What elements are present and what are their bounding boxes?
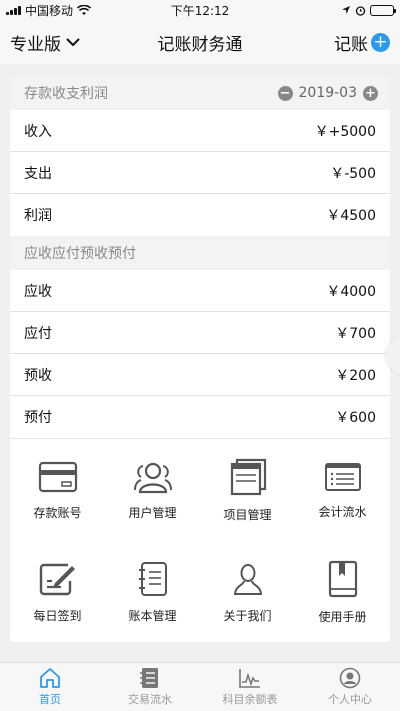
feature-label: 项目管理 [223, 507, 272, 522]
status-bar: 中国移动 下午12:12 [0, 0, 400, 20]
feature-book-management[interactable]: 账本管理 [105, 541, 200, 642]
feature-label: 使用手册 [318, 609, 367, 624]
row-label: 预收 [24, 367, 52, 384]
list-item[interactable]: 支出 ￥-500 [10, 152, 390, 194]
list-item[interactable]: 预收 ￥200 [10, 354, 390, 396]
signal-icon [6, 5, 21, 15]
row-value: ￥+5000 [314, 123, 376, 140]
receivable-list: 应收 ￥4000 应付 ￥700 预收 ￥200 预付 ￥600 [10, 270, 390, 438]
feature-accounting-journal[interactable]: 会计流水 [295, 439, 390, 541]
row-label: 应收 [24, 283, 52, 300]
list-item[interactable]: 利润 ￥4500 [10, 194, 390, 236]
carrier-label: 中国移动 [25, 3, 74, 18]
signin-icon [39, 563, 75, 595]
dashboard-card: 存款收支利润 − 2019-03 + 收入 ￥+5000 支出 ￥-500 利润… [10, 76, 390, 642]
tab-label: 科目余额表 [222, 693, 278, 706]
feature-grid: 存款账号 用户管理 项目管理 会计流水 每日签到 账本管理 关于我们 使用手册 [10, 438, 390, 642]
record-button[interactable]: 记账 + [334, 30, 390, 55]
chevron-down-icon [66, 38, 80, 47]
month-value: 2019-03 [298, 85, 358, 101]
tab-home[interactable]: 首页 [0, 663, 100, 711]
feature-project-management[interactable]: 项目管理 [200, 439, 295, 541]
tab-bar: 首页 交易流水 科目余额表 个人中心 [0, 662, 400, 711]
row-label: 支出 [24, 165, 52, 182]
row-value: ￥4000 [326, 283, 376, 300]
notebook-icon [138, 561, 167, 596]
feature-about-us[interactable]: 关于我们 [200, 541, 295, 642]
feature-label: 每日签到 [33, 608, 82, 623]
wifi-icon [77, 4, 92, 15]
row-value: ￥700 [335, 325, 376, 342]
row-label: 应付 [24, 325, 52, 342]
list-item[interactable]: 应收 ￥4000 [10, 270, 390, 312]
battery-icon [370, 4, 396, 16]
nav-bar: 专业版 记账财务通 记账 + [0, 20, 400, 64]
feature-user-management[interactable]: 用户管理 [105, 439, 200, 541]
page-title: 记账财务通 [157, 34, 243, 55]
feature-label: 用户管理 [128, 505, 177, 520]
transactions-icon [140, 668, 158, 688]
ledger-list-icon [324, 462, 361, 491]
row-label: 预付 [24, 410, 52, 426]
project-icon [230, 458, 266, 495]
person-icon [233, 563, 262, 595]
feature-label: 关于我们 [223, 608, 272, 623]
feature-daily-signin[interactable]: 每日签到 [10, 541, 105, 642]
feature-deposit-accounts[interactable]: 存款账号 [10, 439, 105, 541]
row-label: 利润 [24, 208, 52, 224]
row-value: ￥200 [335, 367, 376, 384]
profit-list: 收入 ￥+5000 支出 ￥-500 利润 ￥4500 [10, 110, 390, 236]
home-icon [40, 668, 60, 688]
status-time: 下午12:12 [170, 3, 230, 18]
receivable-section-title: 应收应付预收预付 [24, 246, 136, 262]
tab-transactions[interactable]: 交易流水 [100, 663, 200, 711]
feature-user-manual[interactable]: 使用手册 [295, 541, 390, 642]
prev-month-button[interactable]: − [277, 85, 293, 101]
manual-icon [328, 560, 357, 597]
plus-circle-icon: + [371, 32, 390, 52]
next-month-button[interactable]: + [363, 85, 378, 101]
feature-label: 会计流水 [318, 504, 367, 519]
edition-label: 专业版 [10, 34, 61, 55]
tab-profile[interactable]: 个人中心 [300, 663, 400, 711]
profile-icon [339, 667, 361, 689]
users-icon [133, 462, 172, 493]
tab-label: 首页 [39, 693, 61, 706]
row-label: 收入 [24, 123, 52, 140]
row-value: ￥-500 [330, 165, 376, 182]
row-value: ￥600 [335, 410, 376, 426]
list-item[interactable]: 预付 ￥600 [10, 396, 390, 438]
tab-label: 个人中心 [328, 693, 372, 706]
tab-label: 交易流水 [128, 693, 172, 706]
feature-label: 存款账号 [33, 505, 82, 520]
alarm-icon [355, 5, 366, 16]
balance-chart-icon [239, 669, 260, 688]
edition-selector[interactable]: 专业版 [10, 30, 81, 55]
receivable-section-header: 应收应付预收预付 [10, 236, 390, 270]
feature-label: 账本管理 [128, 608, 177, 623]
profit-section-header: 存款收支利润 − 2019-03 + [10, 76, 390, 110]
tab-balance-sheet[interactable]: 科目余额表 [200, 663, 300, 711]
list-item[interactable]: 收入 ￥+5000 [10, 110, 390, 152]
location-arrow-icon [342, 6, 350, 14]
record-label: 记账 [334, 34, 368, 55]
month-selector: − 2019-03 + [277, 85, 378, 101]
profit-section-title: 存款收支利润 [24, 86, 108, 102]
list-item[interactable]: 应付 ￥700 [10, 312, 390, 354]
row-value: ￥4500 [326, 208, 376, 224]
card-icon [38, 461, 77, 492]
